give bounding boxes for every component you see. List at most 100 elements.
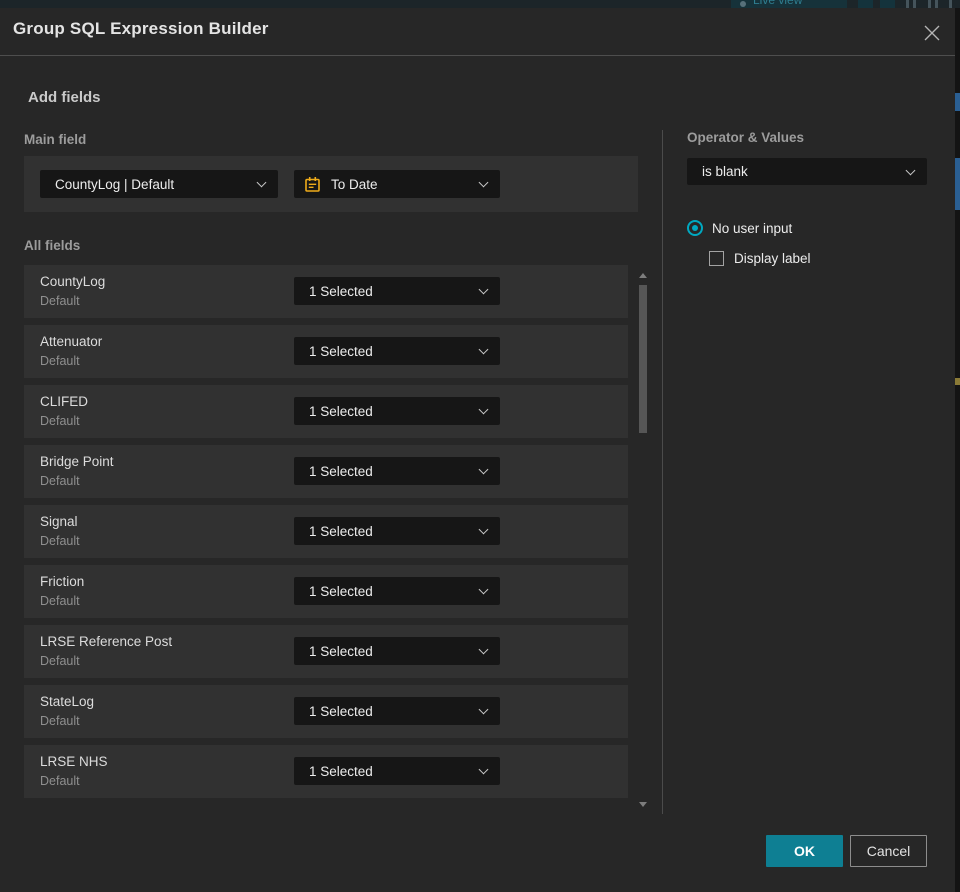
field-list-scrollbar[interactable]: [638, 265, 648, 811]
field-name: LRSE NHS: [40, 754, 108, 769]
field-values-select[interactable]: 1 Selected: [294, 637, 500, 665]
field-row: StateLog Default 1 Selected: [24, 685, 628, 738]
field-subtitle: Default: [40, 414, 80, 428]
chevron-down-icon: [478, 464, 489, 475]
field-subtitle: Default: [40, 354, 80, 368]
field-values-select[interactable]: 1 Selected: [294, 517, 500, 545]
operator-select-value: is blank: [702, 164, 748, 179]
background-app-toolbar: Live view: [0, 0, 960, 8]
scrollbar-thumb[interactable]: [639, 285, 647, 433]
field-subtitle: Default: [40, 534, 80, 548]
chevron-down-icon: [478, 524, 489, 535]
ok-button[interactable]: OK: [766, 835, 843, 867]
toolbar-button[interactable]: [858, 0, 873, 8]
group-sql-expression-builder-dialog: Group SQL Expression Builder Add fields …: [0, 8, 955, 892]
field-values-select-value: 1 Selected: [309, 403, 373, 419]
field-values-select-value: 1 Selected: [309, 463, 373, 479]
field-values-select-value: 1 Selected: [309, 283, 373, 299]
screen: Live view Group SQL Expression Builder A…: [0, 0, 960, 892]
field-subtitle: Default: [40, 714, 80, 728]
scroll-down-icon[interactable]: [639, 802, 647, 807]
all-fields-label: All fields: [24, 238, 81, 253]
field-values-select-value: 1 Selected: [309, 583, 373, 599]
field-name: CountyLog: [40, 274, 106, 289]
no-user-input-radio[interactable]: [687, 220, 703, 236]
titlebar-divider: [0, 55, 955, 56]
close-button[interactable]: [918, 19, 946, 47]
field-values-select[interactable]: 1 Selected: [294, 337, 500, 365]
background-blue-element: [955, 93, 960, 111]
field-values-select[interactable]: 1 Selected: [294, 457, 500, 485]
field-values-select-value: 1 Selected: [309, 643, 373, 659]
live-view-dot-icon: [740, 1, 746, 7]
field-name: Friction: [40, 574, 85, 589]
field-values-select-value: 1 Selected: [309, 343, 373, 359]
field-subtitle: Default: [40, 654, 80, 668]
field-name: StateLog: [40, 694, 95, 709]
chevron-down-icon: [478, 764, 489, 775]
toolbar-divider: [906, 0, 909, 8]
field-values-select-value: 1 Selected: [309, 763, 373, 779]
toolbar-divider: [913, 0, 916, 8]
field-row: Friction Default 1 Selected: [24, 565, 628, 618]
live-view-button[interactable]: Live view: [731, 0, 847, 8]
no-user-input-label: No user input: [712, 221, 793, 236]
field-row: CLIFED Default 1 Selected: [24, 385, 628, 438]
field-name: Bridge Point: [40, 454, 114, 469]
field-row: LRSE NHS Default 1 Selected: [24, 745, 628, 798]
background-app-edge: [955, 8, 960, 892]
add-fields-heading: Add fields: [28, 89, 101, 106]
field-row: Bridge Point Default 1 Selected: [24, 445, 628, 498]
toolbar-divider: [949, 0, 952, 8]
operator-select[interactable]: is blank: [687, 158, 927, 185]
field-values-select[interactable]: 1 Selected: [294, 697, 500, 725]
field-name: Signal: [40, 514, 78, 529]
field-subtitle: Default: [40, 594, 80, 608]
display-label-label: Display label: [734, 251, 811, 266]
field-row: CountyLog Default 1 Selected: [24, 265, 628, 318]
field-row: Signal Default 1 Selected: [24, 505, 628, 558]
field-subtitle: Default: [40, 474, 80, 488]
chevron-down-icon: [256, 177, 267, 188]
background-blue-element: [955, 158, 960, 210]
main-field-label: Main field: [24, 132, 87, 147]
live-view-label: Live view: [753, 0, 803, 7]
main-field-row: CountyLog | Default To Date: [24, 156, 638, 212]
dialog-title: Group SQL Expression Builder: [13, 19, 269, 38]
chevron-down-icon: [478, 344, 489, 355]
all-fields-list: CountyLog Default 1 Selected Attenuator …: [24, 265, 628, 805]
field-row: LRSE Reference Post Default 1 Selected: [24, 625, 628, 678]
scroll-up-icon[interactable]: [639, 273, 647, 278]
chevron-down-icon: [478, 644, 489, 655]
operator-values-label: Operator & Values: [687, 130, 805, 145]
field-name: Attenuator: [40, 334, 103, 349]
field-values-select-value: 1 Selected: [309, 523, 373, 539]
main-field-type-select[interactable]: To Date: [294, 170, 500, 198]
panel-divider: [662, 130, 663, 814]
field-subtitle: Default: [40, 774, 80, 788]
field-name: CLIFED: [40, 394, 89, 409]
main-field-select-value: CountyLog | Default: [55, 176, 175, 192]
toolbar-button[interactable]: [880, 0, 895, 8]
cancel-button[interactable]: Cancel: [850, 835, 927, 867]
field-row: Attenuator Default 1 Selected: [24, 325, 628, 378]
field-values-select[interactable]: 1 Selected: [294, 757, 500, 785]
field-values-select[interactable]: 1 Selected: [294, 277, 500, 305]
calendar-to-date-icon: [303, 175, 322, 194]
field-values-select-value: 1 Selected: [309, 703, 373, 719]
field-subtitle: Default: [40, 294, 80, 308]
chevron-down-icon: [478, 284, 489, 295]
field-name: LRSE Reference Post: [40, 634, 173, 649]
toolbar-divider: [935, 0, 938, 8]
display-label-checkbox[interactable]: [709, 251, 724, 266]
chevron-down-icon: [905, 165, 916, 175]
chevron-down-icon: [478, 404, 489, 415]
toolbar-divider: [928, 0, 931, 8]
background-marker: [955, 378, 960, 385]
main-field-select[interactable]: CountyLog | Default: [40, 170, 278, 198]
chevron-down-icon: [478, 584, 489, 595]
chevron-down-icon: [478, 704, 489, 715]
field-values-select[interactable]: 1 Selected: [294, 577, 500, 605]
chevron-down-icon: [478, 177, 489, 188]
field-values-select[interactable]: 1 Selected: [294, 397, 500, 425]
